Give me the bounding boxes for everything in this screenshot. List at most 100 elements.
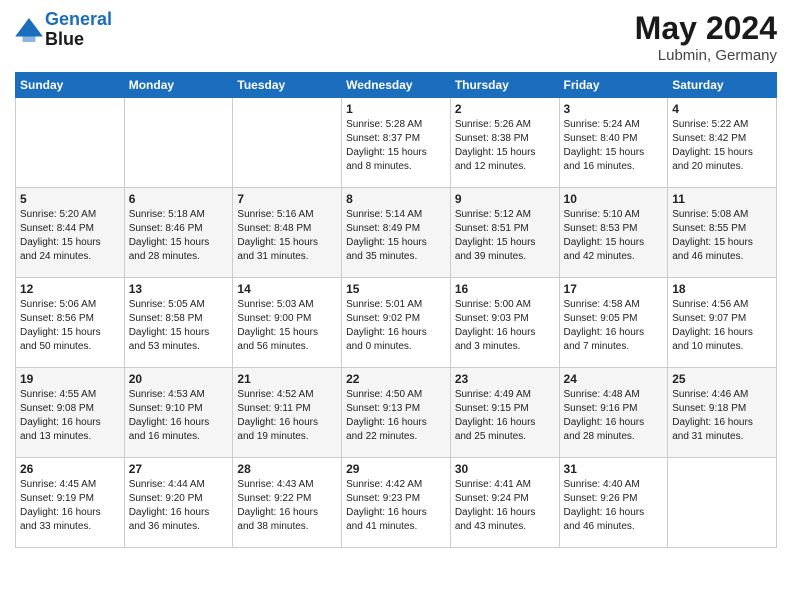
- day-info: Sunrise: 4:40 AMSunset: 9:26 PMDaylight:…: [564, 478, 664, 534]
- day-number: 1: [346, 102, 446, 116]
- logo-line1: General: [45, 9, 112, 29]
- calendar-cell: 30 Sunrise: 4:41 AMSunset: 9:24 PMDayligh…: [450, 458, 559, 548]
- day-info: Sunrise: 4:55 AMSunset: 9:08 PMDaylight:…: [20, 388, 120, 444]
- calendar-cell: 29 Sunrise: 4:42 AMSunset: 9:23 PMDayligh…: [342, 458, 451, 548]
- day-number: 4: [672, 102, 772, 116]
- calendar-cell: 8 Sunrise: 5:14 AMSunset: 8:49 PMDaylight…: [342, 188, 451, 278]
- day-number: 14: [237, 282, 337, 296]
- day-number: 11: [672, 192, 772, 206]
- day-number: 12: [20, 282, 120, 296]
- calendar-cell: 31 Sunrise: 4:40 AMSunset: 9:26 PMDayligh…: [559, 458, 668, 548]
- month-title: May 2024: [635, 10, 777, 47]
- calendar-week-5: 26 Sunrise: 4:45 AMSunset: 9:19 PMDayligh…: [16, 458, 777, 548]
- day-number: 23: [455, 372, 555, 386]
- day-info: Sunrise: 5:08 AMSunset: 8:55 PMDaylight:…: [672, 208, 772, 264]
- day-number: 9: [455, 192, 555, 206]
- calendar-cell: 26 Sunrise: 4:45 AMSunset: 9:19 PMDayligh…: [16, 458, 125, 548]
- weekday-header-tuesday: Tuesday: [233, 73, 342, 98]
- day-number: 7: [237, 192, 337, 206]
- logo-line2: Blue: [45, 29, 84, 49]
- day-info: Sunrise: 4:52 AMSunset: 9:11 PMDaylight:…: [237, 388, 337, 444]
- day-info: Sunrise: 4:49 AMSunset: 9:15 PMDaylight:…: [455, 388, 555, 444]
- day-info: Sunrise: 5:05 AMSunset: 8:58 PMDaylight:…: [129, 298, 229, 354]
- day-info: Sunrise: 5:20 AMSunset: 8:44 PMDaylight:…: [20, 208, 120, 264]
- calendar-cell: 13 Sunrise: 5:05 AMSunset: 8:58 PMDayligh…: [124, 278, 233, 368]
- day-info: Sunrise: 4:44 AMSunset: 9:20 PMDaylight:…: [129, 478, 229, 534]
- day-number: 30: [455, 462, 555, 476]
- day-info: Sunrise: 4:48 AMSunset: 9:16 PMDaylight:…: [564, 388, 664, 444]
- day-number: 20: [129, 372, 229, 386]
- day-number: 28: [237, 462, 337, 476]
- weekday-header-wednesday: Wednesday: [342, 73, 451, 98]
- weekday-header-row: SundayMondayTuesdayWednesdayThursdayFrid…: [16, 73, 777, 98]
- day-number: 24: [564, 372, 664, 386]
- day-info: Sunrise: 4:50 AMSunset: 9:13 PMDaylight:…: [346, 388, 446, 444]
- day-info: Sunrise: 5:28 AMSunset: 8:37 PMDaylight:…: [346, 118, 446, 174]
- weekday-header-thursday: Thursday: [450, 73, 559, 98]
- day-number: 17: [564, 282, 664, 296]
- day-number: 25: [672, 372, 772, 386]
- day-number: 2: [455, 102, 555, 116]
- day-number: 16: [455, 282, 555, 296]
- day-number: 5: [20, 192, 120, 206]
- calendar-cell: 23 Sunrise: 4:49 AMSunset: 9:15 PMDayligh…: [450, 368, 559, 458]
- day-info: Sunrise: 5:22 AMSunset: 8:42 PMDaylight:…: [672, 118, 772, 174]
- calendar-cell: 7 Sunrise: 5:16 AMSunset: 8:48 PMDaylight…: [233, 188, 342, 278]
- logo: General Blue: [15, 10, 112, 50]
- day-number: 26: [20, 462, 120, 476]
- logo-text: General Blue: [45, 10, 112, 50]
- day-number: 22: [346, 372, 446, 386]
- day-number: 6: [129, 192, 229, 206]
- day-info: Sunrise: 5:24 AMSunset: 8:40 PMDaylight:…: [564, 118, 664, 174]
- day-number: 10: [564, 192, 664, 206]
- calendar-cell: 18 Sunrise: 4:56 AMSunset: 9:07 PMDayligh…: [668, 278, 777, 368]
- header: General Blue May 2024 Lubmin, Germany: [15, 10, 777, 64]
- day-info: Sunrise: 4:56 AMSunset: 9:07 PMDaylight:…: [672, 298, 772, 354]
- day-info: Sunrise: 4:41 AMSunset: 9:24 PMDaylight:…: [455, 478, 555, 534]
- day-number: 21: [237, 372, 337, 386]
- calendar-cell: [16, 98, 125, 188]
- calendar-cell: [668, 458, 777, 548]
- day-info: Sunrise: 4:42 AMSunset: 9:23 PMDaylight:…: [346, 478, 446, 534]
- calendar-cell: 21 Sunrise: 4:52 AMSunset: 9:11 PMDayligh…: [233, 368, 342, 458]
- calendar-cell: 28Sunrise: 4:43 AMSunset: 9:22 PMDayligh…: [233, 458, 342, 548]
- day-number: 18: [672, 282, 772, 296]
- calendar-cell: 17 Sunrise: 4:58 AMSunset: 9:05 PMDayligh…: [559, 278, 668, 368]
- calendar-week-2: 5 Sunrise: 5:20 AMSunset: 8:44 PMDaylight…: [16, 188, 777, 278]
- day-info: Sunrise: 4:46 AMSunset: 9:18 PMDaylight:…: [672, 388, 772, 444]
- calendar-cell: 12Sunrise: 5:06 AMSunset: 8:56 PMDayligh…: [16, 278, 125, 368]
- calendar-cell: 24 Sunrise: 4:48 AMSunset: 9:16 PMDayligh…: [559, 368, 668, 458]
- day-info: Sunrise: 5:18 AMSunset: 8:46 PMDaylight:…: [129, 208, 229, 264]
- calendar-cell: 20 Sunrise: 4:53 AMSunset: 9:10 PMDayligh…: [124, 368, 233, 458]
- calendar-cell: 1 Sunrise: 5:28 AMSunset: 8:37 PMDaylight…: [342, 98, 451, 188]
- calendar-cell: 5 Sunrise: 5:20 AMSunset: 8:44 PMDaylight…: [16, 188, 125, 278]
- day-number: 13: [129, 282, 229, 296]
- calendar-cell: 10 Sunrise: 5:10 AMSunset: 8:53 PMDayligh…: [559, 188, 668, 278]
- page-container: General Blue May 2024 Lubmin, Germany Su…: [0, 0, 792, 558]
- day-info: Sunrise: 5:26 AMSunset: 8:38 PMDaylight:…: [455, 118, 555, 174]
- calendar-cell: 15Sunrise: 5:01 AMSunset: 9:02 PMDayligh…: [342, 278, 451, 368]
- day-info: Sunrise: 4:53 AMSunset: 9:10 PMDaylight:…: [129, 388, 229, 444]
- calendar-table: SundayMondayTuesdayWednesdayThursdayFrid…: [15, 72, 777, 548]
- day-number: 31: [564, 462, 664, 476]
- calendar-cell: [233, 98, 342, 188]
- logo-icon: [15, 18, 43, 42]
- calendar-cell: 19 Sunrise: 4:55 AMSunset: 9:08 PMDayligh…: [16, 368, 125, 458]
- title-block: May 2024 Lubmin, Germany: [635, 10, 777, 64]
- location: Lubmin, Germany: [635, 47, 777, 64]
- calendar-cell: 14Sunrise: 5:03 AMSunset: 9:00 PMDayligh…: [233, 278, 342, 368]
- day-info: Sunrise: 4:58 AMSunset: 9:05 PMDaylight:…: [564, 298, 664, 354]
- weekday-header-saturday: Saturday: [668, 73, 777, 98]
- calendar-cell: 3Sunrise: 5:24 AMSunset: 8:40 PMDaylight…: [559, 98, 668, 188]
- day-info: Sunrise: 5:10 AMSunset: 8:53 PMDaylight:…: [564, 208, 664, 264]
- day-info: Sunrise: 5:16 AMSunset: 8:48 PMDaylight:…: [237, 208, 337, 264]
- day-number: 19: [20, 372, 120, 386]
- day-info: Sunrise: 4:45 AMSunset: 9:19 PMDaylight:…: [20, 478, 120, 534]
- day-info: Sunrise: 5:00 AMSunset: 9:03 PMDaylight:…: [455, 298, 555, 354]
- calendar-cell: 16 Sunrise: 5:00 AMSunset: 9:03 PMDayligh…: [450, 278, 559, 368]
- day-number: 8: [346, 192, 446, 206]
- day-info: Sunrise: 5:14 AMSunset: 8:49 PMDaylight:…: [346, 208, 446, 264]
- calendar-cell: 27Sunrise: 4:44 AMSunset: 9:20 PMDayligh…: [124, 458, 233, 548]
- calendar-cell: 25 Sunrise: 4:46 AMSunset: 9:18 PMDayligh…: [668, 368, 777, 458]
- day-number: 29: [346, 462, 446, 476]
